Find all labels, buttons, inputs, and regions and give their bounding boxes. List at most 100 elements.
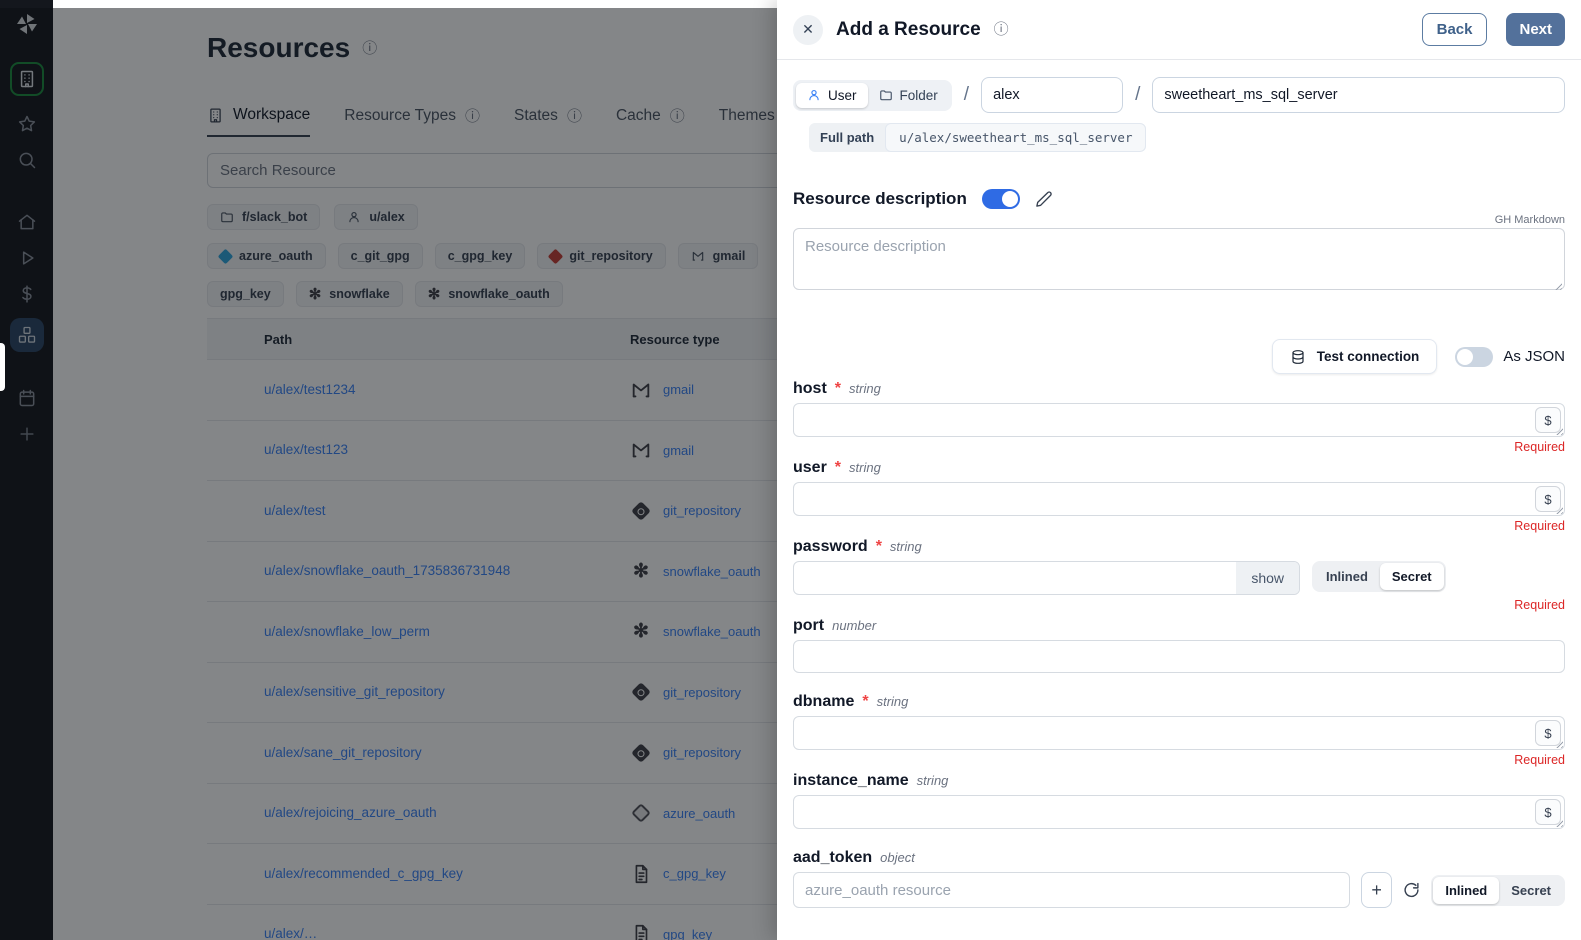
add-resource-button[interactable]: +	[1361, 872, 1392, 908]
field-label: port number	[793, 617, 1565, 635]
field-name: instance_name	[793, 772, 909, 790]
password-secret-option[interactable]: Secret	[1380, 563, 1444, 590]
aad_token-storage-toggle: InlinedSecret	[1431, 875, 1565, 906]
field-type: string	[917, 773, 949, 788]
test-connection-row: Test connection As JSON	[793, 339, 1565, 374]
owner-input[interactable]	[981, 77, 1123, 113]
field-name: host	[793, 380, 827, 398]
aad_token-secret-option[interactable]: Secret	[1499, 877, 1563, 904]
person-icon	[807, 88, 821, 102]
required-asterisk: *	[835, 459, 841, 477]
path-builder-row: User Folder / /	[793, 77, 1565, 113]
folder-icon	[879, 88, 893, 102]
kind-option-user[interactable]: User	[796, 83, 868, 108]
full-path-badge: Full path u/alex/sweetheart_ms_sql_serve…	[809, 123, 1146, 152]
field-name: port	[793, 617, 824, 635]
field-type: object	[880, 850, 915, 865]
required-asterisk: *	[876, 538, 882, 556]
variable-picker-button[interactable]: $	[1535, 720, 1561, 746]
field-input-wrap: $	[793, 482, 1565, 516]
drawer-scrim[interactable]	[0, 8, 777, 940]
full-path-value: u/alex/sweetheart_ms_sql_server	[885, 123, 1146, 152]
description-field	[793, 228, 1565, 295]
field-dbname: dbname*string$Required	[793, 693, 1565, 767]
field-type: string	[877, 694, 909, 709]
field-label: dbname*string	[793, 693, 1565, 711]
field-name: password	[793, 538, 868, 556]
next-button[interactable]: Next	[1506, 13, 1565, 46]
required-hint: Required	[793, 753, 1565, 767]
field-type: number	[832, 618, 876, 633]
field-input-wrap: $	[793, 716, 1565, 750]
required-asterisk: *	[862, 693, 868, 711]
port-input[interactable]	[793, 640, 1565, 673]
required-asterisk: *	[835, 380, 841, 398]
resource-form-fields: host * string $ Required user * string $ Required…	[793, 380, 1565, 908]
drawer-header: ✕ Add a Resource ⓘ Back Next	[777, 0, 1581, 60]
as-json-control: As JSON	[1455, 347, 1565, 367]
variable-picker-button[interactable]: $	[1535, 486, 1561, 512]
database-icon	[1290, 349, 1306, 365]
field-user: user * string $ Required	[793, 459, 1565, 533]
kind-option-folder[interactable]: Folder	[868, 83, 949, 108]
toggle-knob	[1002, 191, 1018, 207]
resource-picker-row: + InlinedSecret	[793, 872, 1565, 908]
password-row: show InlinedSecret	[793, 561, 1565, 595]
field-label: host * string	[793, 380, 1565, 398]
close-icon: ✕	[802, 21, 814, 38]
description-textarea[interactable]	[793, 228, 1565, 290]
test-connection-button[interactable]: Test connection	[1272, 339, 1438, 374]
field-instance_name: instance_name string $	[793, 772, 1565, 829]
field-input-wrap	[793, 640, 1565, 673]
info-icon: ⓘ	[994, 22, 1009, 37]
password-input[interactable]	[793, 561, 1300, 595]
description-heading: Resource description	[793, 189, 967, 209]
variable-picker-button[interactable]: $	[1535, 799, 1561, 825]
aad_token-input[interactable]	[793, 872, 1350, 908]
field-host: host*string$Required	[793, 380, 1565, 454]
field-port: port number	[793, 617, 1565, 673]
host-input[interactable]	[793, 403, 1565, 437]
required-hint: Required	[793, 598, 1565, 612]
show-password-button[interactable]: show	[1236, 562, 1299, 594]
test-connection-label: Test connection	[1317, 349, 1420, 364]
field-aad_token: aad_token object + InlinedSecret	[793, 849, 1565, 908]
as-json-toggle[interactable]	[1455, 347, 1493, 367]
password-inlined-option[interactable]: Inlined	[1314, 563, 1380, 590]
owner-kind-toggle: User Folder	[793, 80, 952, 111]
description-toggle[interactable]	[982, 189, 1020, 209]
path-separator: /	[964, 84, 969, 106]
resource-name-input[interactable]	[1152, 77, 1565, 113]
instance_name-input[interactable]	[793, 795, 1565, 829]
variable-picker-button[interactable]: $	[1535, 407, 1561, 433]
pencil-icon[interactable]	[1035, 190, 1053, 208]
description-header: Resource description	[793, 189, 1565, 209]
back-button[interactable]: Back	[1422, 13, 1488, 46]
close-drawer-button[interactable]: ✕	[793, 15, 823, 45]
aad_token-inlined-option[interactable]: Inlined	[1433, 877, 1499, 904]
dbname-input[interactable]	[793, 716, 1565, 750]
full-path-label: Full path	[809, 124, 885, 151]
required-hint: Required	[793, 519, 1565, 533]
field-label: password * string	[793, 538, 1565, 556]
password-storage-toggle: InlinedSecret	[1312, 561, 1446, 592]
user-input[interactable]	[793, 482, 1565, 516]
drawer-title: Add a Resource	[836, 19, 981, 41]
field-label: user * string	[793, 459, 1565, 477]
field-label: instance_name string	[793, 772, 1565, 790]
field-label: aad_token object	[793, 849, 1565, 867]
kind-option-label: Folder	[900, 88, 938, 103]
field-type: string	[849, 381, 881, 396]
path-separator: /	[1135, 84, 1140, 106]
refresh-button[interactable]	[1403, 879, 1420, 901]
left-edge-handle	[0, 343, 5, 391]
field-type: string	[890, 539, 922, 554]
field-name: user	[793, 459, 827, 477]
field-name: aad_token	[793, 849, 872, 867]
markdown-hint: GH Markdown	[793, 214, 1565, 226]
password-input-wrap: show	[793, 561, 1300, 595]
field-type: string	[849, 460, 881, 475]
field-input-wrap: $	[793, 403, 1565, 437]
toggle-knob	[1457, 349, 1473, 365]
kind-option-label: User	[828, 88, 857, 103]
